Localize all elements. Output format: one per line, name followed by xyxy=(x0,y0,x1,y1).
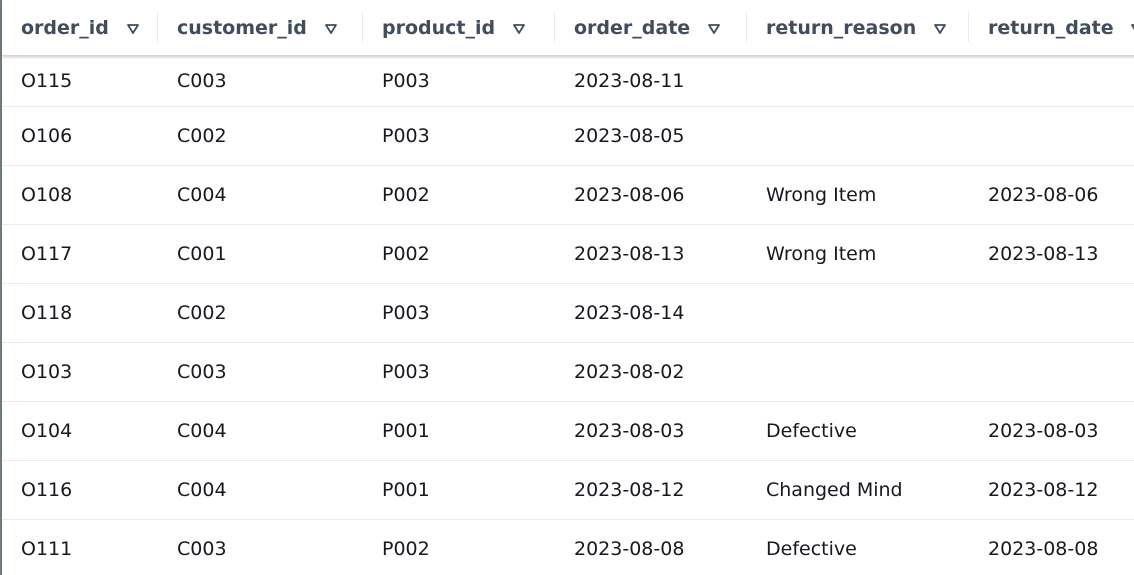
cell-return-date: 2023-08-06 xyxy=(988,183,1099,206)
table-row[interactable]: O115 C003 P003 2023-08-11 xyxy=(2,55,1134,106)
column-header-label: order_date xyxy=(574,16,691,39)
cell-return-date: 2023-08-08 xyxy=(988,537,1099,560)
header-row: order_id customer_id product_id order_da… xyxy=(2,0,1134,56)
cell-order-date: 2023-08-13 xyxy=(574,242,685,265)
cell-order-date: 2023-08-05 xyxy=(574,124,685,147)
cell-order-date: 2023-08-11 xyxy=(574,69,685,92)
cell-order-id: O104 xyxy=(21,419,73,442)
cell-customer-id: C003 xyxy=(177,360,227,383)
table-row[interactable]: O111 C003 P002 2023-08-08 Defective 2023… xyxy=(2,519,1134,575)
sort-triangle-icon[interactable] xyxy=(126,22,140,36)
cell-return-reason xyxy=(747,106,969,165)
table-header: order_id customer_id product_id order_da… xyxy=(2,0,1134,56)
cell-return-date xyxy=(969,106,1134,165)
cell-return-date xyxy=(969,55,1134,106)
cell-return-reason xyxy=(747,283,969,342)
cell-return-date: 2023-08-03 xyxy=(988,419,1099,442)
cell-return-reason: Wrong Item xyxy=(766,183,877,206)
cell-return-date xyxy=(969,342,1134,401)
cell-order-id: O118 xyxy=(21,301,73,324)
column-header-label: product_id xyxy=(382,16,496,39)
cell-customer-id: C002 xyxy=(177,301,227,324)
cell-return-reason xyxy=(747,55,969,106)
table-row[interactable]: O117 C001 P002 2023-08-13 Wrong Item 202… xyxy=(2,224,1134,283)
cell-order-date: 2023-08-08 xyxy=(574,537,685,560)
cell-order-date: 2023-08-12 xyxy=(574,478,685,501)
cell-return-reason: Defective xyxy=(766,419,857,442)
cell-order-id: O111 xyxy=(21,537,73,560)
cell-product-id: P003 xyxy=(382,124,430,147)
column-header-order-date[interactable]: order_date xyxy=(555,0,747,56)
cell-order-id: O117 xyxy=(21,242,73,265)
cell-product-id: P002 xyxy=(382,183,430,206)
cell-customer-id: C002 xyxy=(177,124,227,147)
cell-product-id: P003 xyxy=(382,360,430,383)
data-table: order_id customer_id product_id order_da… xyxy=(2,0,1134,575)
cell-product-id: P003 xyxy=(382,301,430,324)
table-row[interactable]: O106 C002 P003 2023-08-05 xyxy=(2,106,1134,165)
cell-return-date: 2023-08-12 xyxy=(988,478,1099,501)
table-row[interactable]: O108 C004 P002 2023-08-06 Wrong Item 202… xyxy=(2,165,1134,224)
sort-triangle-icon[interactable] xyxy=(512,22,526,36)
sort-triangle-icon[interactable] xyxy=(324,22,338,36)
cell-customer-id: C001 xyxy=(177,242,227,265)
column-header-order-id[interactable]: order_id xyxy=(2,0,158,56)
column-header-label: return_reason xyxy=(766,16,917,39)
cell-customer-id: C004 xyxy=(177,183,227,206)
cell-customer-id: C003 xyxy=(177,537,227,560)
cell-product-id: P001 xyxy=(382,478,430,501)
cell-return-reason: Wrong Item xyxy=(766,242,877,265)
cell-return-reason xyxy=(747,342,969,401)
cell-order-date: 2023-08-06 xyxy=(574,183,685,206)
cell-product-id: P003 xyxy=(382,69,430,92)
cell-product-id: P002 xyxy=(382,242,430,265)
cell-order-date: 2023-08-14 xyxy=(574,301,685,324)
cell-order-id: O115 xyxy=(21,69,73,92)
table-row[interactable]: O104 C004 P001 2023-08-03 Defective 2023… xyxy=(2,401,1134,460)
cell-order-date: 2023-08-02 xyxy=(574,360,685,383)
column-header-customer-id[interactable]: customer_id xyxy=(158,0,363,56)
cell-product-id: P001 xyxy=(382,419,430,442)
table-row[interactable]: O116 C004 P001 2023-08-12 Changed Mind 2… xyxy=(2,460,1134,519)
sort-triangle-icon[interactable] xyxy=(933,22,947,36)
column-header-label: customer_id xyxy=(177,16,307,39)
cell-customer-id: C004 xyxy=(177,419,227,442)
cell-return-date xyxy=(969,283,1134,342)
column-header-label: order_id xyxy=(21,16,109,39)
column-header-return-date[interactable]: return_date xyxy=(969,0,1134,56)
cell-order-id: O103 xyxy=(21,360,73,383)
table-body: O115 C003 P003 2023-08-11 O106 C002 P003… xyxy=(2,55,1134,575)
data-table-view: order_id customer_id product_id order_da… xyxy=(0,0,1134,575)
table-row[interactable]: O103 C003 P003 2023-08-02 xyxy=(2,342,1134,401)
cell-customer-id: C003 xyxy=(177,69,227,92)
column-header-return-reason[interactable]: return_reason xyxy=(747,0,969,56)
sort-triangle-icon[interactable] xyxy=(1130,22,1134,36)
cell-order-id: O116 xyxy=(21,478,73,501)
cell-order-id: O106 xyxy=(21,124,73,147)
cell-order-id: O108 xyxy=(21,183,73,206)
sort-triangle-icon[interactable] xyxy=(707,22,721,36)
column-header-product-id[interactable]: product_id xyxy=(363,0,555,56)
cell-customer-id: C004 xyxy=(177,478,227,501)
table-row[interactable]: O118 C002 P003 2023-08-14 xyxy=(2,283,1134,342)
cell-product-id: P002 xyxy=(382,537,430,560)
cell-return-date: 2023-08-13 xyxy=(988,242,1099,265)
cell-order-date: 2023-08-03 xyxy=(574,419,685,442)
cell-return-reason: Defective xyxy=(766,537,857,560)
cell-return-reason: Changed Mind xyxy=(766,478,903,501)
column-header-label: return_date xyxy=(988,16,1114,39)
